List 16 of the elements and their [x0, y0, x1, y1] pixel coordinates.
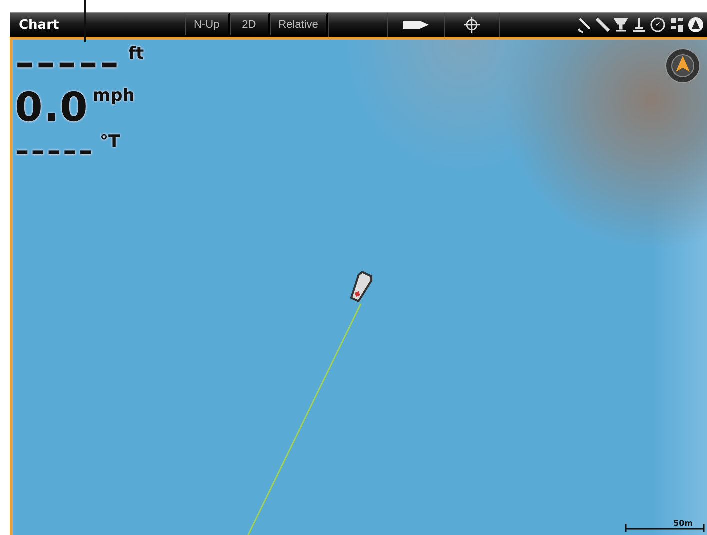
- heading-readout: -----: [15, 136, 95, 169]
- leader-line: [84, 0, 86, 42]
- speed-readout: 0.0: [15, 86, 89, 130]
- network-icon: [670, 17, 684, 33]
- transducer-icon: [614, 17, 628, 33]
- depth-readout: -----: [15, 44, 121, 84]
- window-title: Chart: [18, 16, 60, 34]
- scale-label: 50m: [674, 519, 693, 528]
- boat-icon[interactable]: [402, 20, 430, 30]
- unit-label: mph: [92, 86, 135, 106]
- navigation-icon: [688, 17, 704, 33]
- compass-icon: [650, 17, 666, 33]
- unit-label: °T: [100, 132, 120, 152]
- compass-rose-icon[interactable]: [665, 48, 701, 84]
- crosshair-icon[interactable]: [464, 17, 480, 33]
- unit-label: ft: [128, 44, 144, 64]
